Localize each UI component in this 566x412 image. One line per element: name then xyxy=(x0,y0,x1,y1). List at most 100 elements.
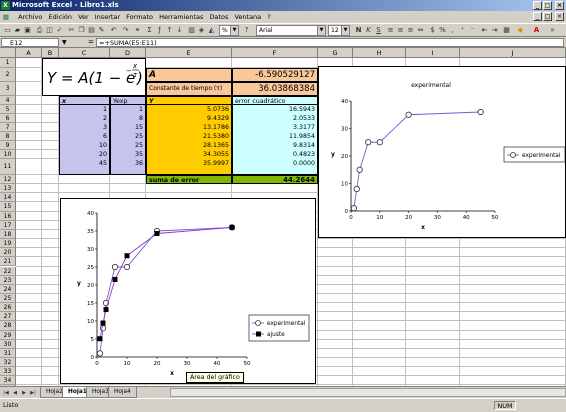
table-cell[interactable]: 2 xyxy=(59,114,110,123)
doc-minimize-button[interactable]: _ xyxy=(533,12,542,21)
row-header[interactable]: 23 xyxy=(0,275,16,285)
sort-desc-icon[interactable]: ↓ xyxy=(175,26,184,35)
new-icon[interactable]: ▭ xyxy=(3,26,12,35)
chart-wizard-icon[interactable]: ▥ xyxy=(187,26,196,35)
underline-icon[interactable]: S xyxy=(374,26,383,35)
preview-icon[interactable]: ◫ xyxy=(45,26,54,35)
copy-icon[interactable]: ❐ xyxy=(77,26,86,35)
align-left-icon[interactable]: ≡ xyxy=(386,26,395,35)
undo-icon[interactable]: ↶ xyxy=(109,26,118,35)
spelling-icon[interactable]: ✓ xyxy=(55,26,64,35)
row-header[interactable]: 30 xyxy=(0,339,16,349)
table-cell[interactable]: 0.4823 xyxy=(232,150,318,159)
menu-ventana[interactable]: Ventana xyxy=(234,13,261,21)
table-cell[interactable]: 3 xyxy=(59,123,110,132)
open-icon[interactable]: ▰ xyxy=(13,26,22,35)
column-header[interactable]: C xyxy=(59,48,110,58)
table-cell[interactable]: 25 xyxy=(110,132,146,141)
row-header[interactable]: 26 xyxy=(0,303,16,313)
table-cell[interactable]: 20 xyxy=(59,150,110,159)
table-cell[interactable]: 34.3055 xyxy=(146,150,232,159)
currency-icon[interactable]: $ xyxy=(428,26,437,35)
header-error[interactable]: error cuadrático xyxy=(232,96,318,105)
row-header[interactable]: 3 xyxy=(0,82,16,96)
row-header[interactable]: 32 xyxy=(0,358,16,368)
row-header[interactable]: 34 xyxy=(0,376,16,386)
row-header[interactable]: 5 xyxy=(0,105,16,114)
help-icon[interactable]: ? xyxy=(242,26,251,35)
font-color-icon[interactable]: A xyxy=(532,26,541,35)
equation-image[interactable]: Y = A(1 − e − x τ ) xyxy=(42,58,146,96)
merge-center-icon[interactable]: ⇔ xyxy=(416,26,425,35)
menu-datos[interactable]: Datos xyxy=(209,13,228,21)
column-header[interactable]: A xyxy=(16,48,42,58)
maximize-button[interactable]: □ xyxy=(543,1,552,10)
paste-icon[interactable]: ▤ xyxy=(87,26,96,35)
tab-hoja4[interactable]: Hoja4 xyxy=(108,387,137,398)
function-icon[interactable]: ƒ xyxy=(155,26,164,35)
format-painter-icon[interactable]: ✎ xyxy=(97,26,106,35)
name-box[interactable]: E12 xyxy=(1,38,59,47)
param-a-value[interactable]: -6.590529127 xyxy=(232,68,318,82)
horizontal-scrollbar[interactable] xyxy=(170,388,566,397)
select-all-corner[interactable] xyxy=(0,48,16,58)
column-header[interactable]: J xyxy=(460,48,566,58)
table-cell[interactable]: 10 xyxy=(59,141,110,150)
table-cell[interactable]: 6 xyxy=(59,132,110,141)
decrease-indent-icon[interactable]: ⇤ xyxy=(480,26,489,35)
column-header[interactable]: D xyxy=(110,48,146,58)
row-header[interactable]: 7 xyxy=(0,123,16,132)
table-cell[interactable]: 8 xyxy=(110,114,146,123)
menu-insertar[interactable]: Insertar xyxy=(95,13,120,21)
row-header[interactable]: 22 xyxy=(0,266,16,276)
fill-color-icon[interactable]: ◆ xyxy=(516,26,525,35)
font-combo[interactable]: Arial ▼ xyxy=(256,25,326,36)
last-sheet-icon[interactable]: ▶| xyxy=(29,389,37,397)
column-header[interactable]: G xyxy=(318,48,353,58)
row-header[interactable]: 20 xyxy=(0,248,16,258)
worksheet-grid[interactable]: ABCDEFGHIJ 1 2 3 4 5 6 7 8 9 10 11 12 13 14 15 16 17 18 19… xyxy=(0,48,566,386)
table-cell[interactable]: 9.8314 xyxy=(232,141,318,150)
table-cell[interactable]: 35 xyxy=(110,150,146,159)
next-sheet-icon[interactable]: ▶ xyxy=(20,389,28,397)
table-cell[interactable]: 2.0533 xyxy=(232,114,318,123)
redo-icon[interactable]: ↷ xyxy=(121,26,130,35)
row-header[interactable]: 29 xyxy=(0,330,16,340)
zoom-combo[interactable]: % ▼ xyxy=(219,25,239,36)
menu-herramientas[interactable]: Herramientas xyxy=(159,13,203,21)
autosum-icon[interactable]: Σ xyxy=(145,26,154,35)
column-header[interactable]: F xyxy=(232,48,318,58)
table-cell[interactable]: 9.4329 xyxy=(146,114,232,123)
hyperlink-icon[interactable]: ⚭ xyxy=(133,26,142,35)
row-header[interactable]: 6 xyxy=(0,114,16,123)
drawing-icon[interactable]: ◭ xyxy=(207,26,216,35)
table-cell[interactable]: 1 xyxy=(110,105,146,114)
table-cell[interactable]: 25 xyxy=(110,141,146,150)
menu-formato[interactable]: Formato xyxy=(126,13,153,21)
font-size-combo[interactable]: 12 ▼ xyxy=(328,25,350,36)
header-y[interactable]: Y xyxy=(146,96,232,105)
document-icon[interactable]: ▦ xyxy=(0,11,12,23)
menu-archivo[interactable]: Archivo xyxy=(18,13,42,21)
fx-label[interactable]: = xyxy=(88,37,94,48)
table-cell[interactable]: 28.1365 xyxy=(146,141,232,150)
borders-icon[interactable]: ▦ xyxy=(502,26,511,35)
table-cell[interactable]: 3.3177 xyxy=(232,123,318,132)
table-cell[interactable]: 36 xyxy=(110,159,146,175)
table-cell[interactable]: 13.1786 xyxy=(146,123,232,132)
row-header[interactable]: 16 xyxy=(0,211,16,221)
align-right-icon[interactable]: ≡ xyxy=(406,26,415,35)
save-icon[interactable]: ▣ xyxy=(23,26,32,35)
param-a-label[interactable]: A xyxy=(146,68,232,82)
sort-asc-icon[interactable]: ↑ xyxy=(165,26,174,35)
thousands-icon[interactable]: , xyxy=(448,26,457,35)
row-header[interactable]: 18 xyxy=(0,229,16,240)
row-header[interactable]: 12 xyxy=(0,175,16,185)
table-cell[interactable]: 0.0000 xyxy=(232,159,318,175)
row-header[interactable]: 33 xyxy=(0,367,16,377)
sum-label[interactable]: suma de error xyxy=(146,175,232,184)
doc-restore-button[interactable]: □ xyxy=(543,12,552,21)
table-cell[interactable]: 5.0736 xyxy=(146,105,232,114)
row-header[interactable]: 19 xyxy=(0,239,16,249)
align-center-icon[interactable]: ≡ xyxy=(396,26,405,35)
